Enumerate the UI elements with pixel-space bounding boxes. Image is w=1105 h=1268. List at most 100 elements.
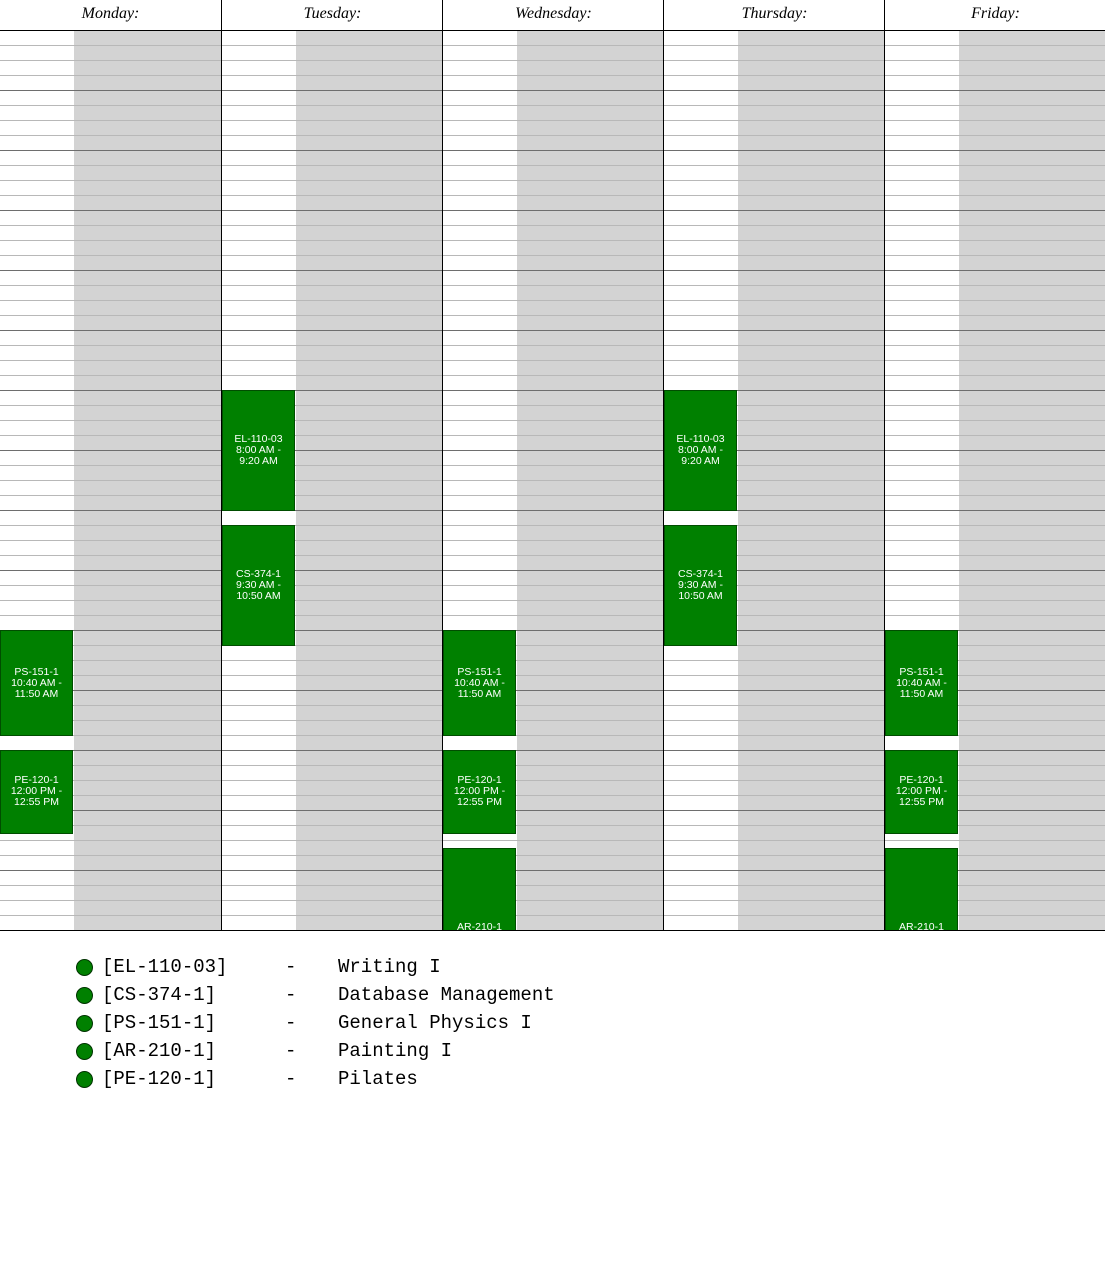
slot-gridline — [222, 45, 443, 46]
slot-gridline — [664, 165, 885, 166]
hour-gridline — [222, 90, 443, 91]
day-column-thursday: Thursday: EL-110-03 8:00 AM -9:20 AM CS-374… — [664, 0, 885, 931]
hour-gridline — [222, 690, 443, 691]
class-event-ar-210-1[interactable]: AR-210-11:05 PM -3:05 PM — [443, 847, 516, 931]
slot-gridline — [885, 135, 1105, 136]
event-end-time: 12:55 PM — [457, 796, 502, 809]
hour-gridline — [885, 570, 1105, 571]
slot-gridline — [443, 300, 664, 301]
slot-gridline — [885, 420, 1105, 421]
slot-gridline — [222, 285, 443, 286]
slot-gridline — [0, 165, 221, 166]
day-header: Monday: — [0, 0, 221, 31]
event-time-separator: - — [55, 676, 62, 689]
slot-gridline — [222, 735, 443, 736]
event-end-time: 9:20 AM — [239, 455, 278, 467]
slot-gridline — [885, 255, 1105, 256]
legend-code: [PE-120-1] — [102, 1068, 217, 1090]
slot-gridline — [885, 165, 1105, 166]
green-dot-icon — [76, 1071, 93, 1088]
hour-gridline — [443, 90, 664, 91]
slot-gridline — [885, 75, 1105, 76]
slot-gridline — [0, 120, 221, 121]
day-header: Tuesday: — [222, 0, 443, 31]
slot-gridline — [443, 360, 664, 361]
hour-gridline — [0, 510, 221, 511]
slot-gridline — [222, 105, 443, 106]
class-event-ps-151-1[interactable]: PS-151-1 10:40 AM -11:50 AM — [0, 630, 73, 736]
hour-gridline — [885, 90, 1105, 91]
slot-gridline — [885, 225, 1105, 226]
slot-gridline — [443, 285, 664, 286]
slot-gridline — [0, 855, 221, 856]
event-start-time: 10:40 AM — [454, 676, 499, 689]
slot-gridline — [222, 855, 443, 856]
day-column-monday: Monday: PS-151-1 10:40 AM -11:50 AM PE-120-… — [0, 0, 221, 931]
slot-gridline — [443, 120, 664, 121]
class-event-ps-151-1[interactable]: PS-151-1 10:40 AM -11:50 AM — [885, 630, 958, 736]
hour-gridline — [0, 330, 221, 331]
class-event-pe-120-1[interactable]: PE-120-1 12:00 PM -12:55 PM — [0, 750, 73, 834]
legend-code: [CS-374-1] — [102, 984, 217, 1006]
class-event-pe-120-1[interactable]: PE-120-1 12:00 PM -12:55 PM — [443, 750, 516, 834]
hour-gridline — [664, 330, 885, 331]
slot-gridline — [222, 885, 443, 886]
slot-gridline — [885, 405, 1105, 406]
slot-gridline — [664, 720, 885, 721]
legend-item: [PS-151-1] - General Physics I — [76, 1012, 532, 1040]
class-event-ar-210-1[interactable]: AR-210-11:05 PM -3:05 PM — [885, 847, 958, 931]
hour-gridline — [222, 210, 443, 211]
day-time-grid: PS-151-1 10:40 AM -11:50 AM PE-120-1 12:00 … — [0, 31, 221, 931]
slot-gridline — [664, 105, 885, 106]
slot-gridline — [0, 225, 221, 226]
class-event-ps-151-1[interactable]: PS-151-1 10:40 AM -11:50 AM — [443, 630, 516, 736]
class-event-cs-374-1[interactable]: CS-374-1 9:30 AM -10:50 AM — [664, 525, 737, 646]
slot-gridline — [222, 765, 443, 766]
slot-gridline — [664, 60, 885, 61]
day-time-grid: EL-110-03 8:00 AM -9:20 AM CS-374-1 9:30 AM… — [222, 31, 443, 931]
slot-gridline — [0, 60, 221, 61]
slot-gridline — [443, 555, 664, 556]
slot-gridline — [443, 345, 664, 346]
slot-gridline — [664, 255, 885, 256]
event-time-separator: - — [498, 676, 505, 689]
hour-gridline — [0, 150, 221, 151]
hour-gridline — [885, 450, 1105, 451]
slot-gridline — [664, 375, 885, 376]
hour-gridline — [664, 810, 885, 811]
slot-gridline — [664, 75, 885, 76]
slot-gridline — [0, 615, 221, 616]
slot-gridline — [0, 585, 221, 586]
slot-gridline — [0, 345, 221, 346]
hour-gridline — [664, 270, 885, 271]
day-header: Thursday: — [664, 0, 885, 31]
weekly-schedule: Monday: PS-151-1 10:40 AM -11:50 AM PE-120-… — [0, 0, 1105, 931]
slot-gridline — [222, 120, 443, 121]
legend-course-name: Pilates — [338, 1068, 418, 1090]
slot-gridline — [664, 825, 885, 826]
legend-code: [EL-110-03] — [102, 956, 228, 978]
class-event-el-110-03[interactable]: EL-110-03 8:00 AM -9:20 AM — [664, 390, 737, 511]
class-event-cs-374-1[interactable]: CS-374-1 9:30 AM -10:50 AM — [222, 525, 295, 646]
slot-gridline — [222, 915, 443, 916]
slot-gridline — [0, 885, 221, 886]
hour-gridline — [0, 90, 221, 91]
slot-gridline — [443, 315, 664, 316]
class-event-el-110-03[interactable]: EL-110-03 8:00 AM -9:20 AM — [222, 390, 295, 511]
slot-gridline — [443, 45, 664, 46]
slot-gridline — [0, 900, 221, 901]
event-end-time: 11:50 AM — [899, 687, 944, 700]
slot-gridline — [443, 180, 664, 181]
legend-item: [CS-374-1] - Database Management — [76, 984, 555, 1012]
slot-gridline — [0, 195, 221, 196]
legend-course-name: General Physics I — [338, 1012, 532, 1034]
slot-gridline — [222, 345, 443, 346]
slot-gridline — [885, 495, 1105, 496]
class-event-pe-120-1[interactable]: PE-120-1 12:00 PM -12:55 PM — [885, 750, 958, 834]
unused-area — [738, 31, 885, 931]
slot-gridline — [885, 435, 1105, 436]
slot-gridline — [885, 45, 1105, 46]
slot-gridline — [222, 705, 443, 706]
hour-gridline — [222, 750, 443, 751]
slot-gridline — [664, 120, 885, 121]
